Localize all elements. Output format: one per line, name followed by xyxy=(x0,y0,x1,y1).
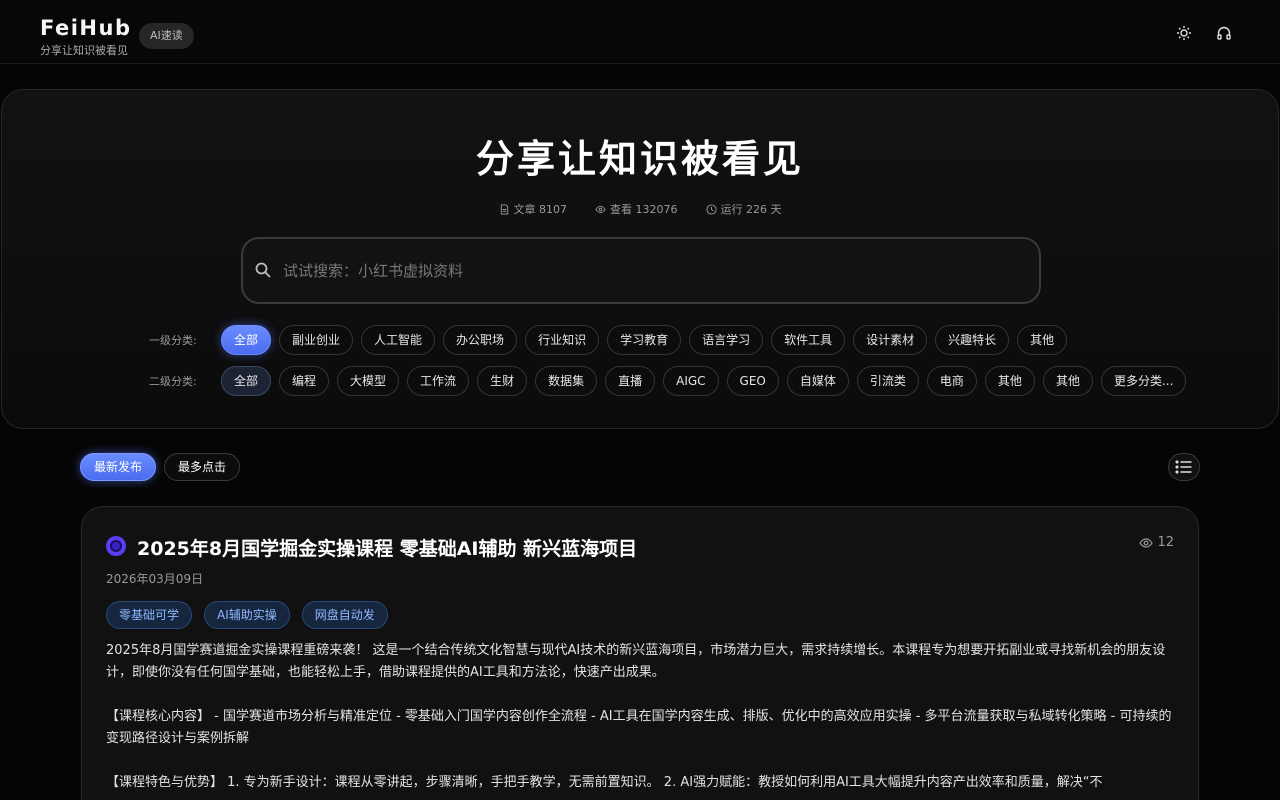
level1-chips: 全部 副业创业 人工智能 办公职场 行业知识 学习教育 语言学习 软件工具 设计… xyxy=(221,325,1068,355)
article-paragraph: 【课程特色与优势】 1. 专为新手设计：课程从零讲起，步骤清晰，手把手教学，无需… xyxy=(106,775,1103,790)
level2-chip-workflow[interactable]: 工作流 xyxy=(407,366,470,396)
level2-chip-other-1[interactable]: 其他 xyxy=(984,366,1035,396)
article-summary: 2025年8月国学赛道掘金实操课程重磅来袭！ 这是一个结合传统文化智慧与现代AI… xyxy=(106,640,1176,800)
hero-panel: 分享让知识被看见 文章 8107 查看 132076 运行 226 天 一级分类… xyxy=(1,89,1279,429)
search-input[interactable] xyxy=(283,239,1023,302)
level1-chip-other[interactable]: 其他 xyxy=(1017,325,1068,355)
level1-chip-language[interactable]: 语言学习 xyxy=(689,325,764,355)
level2-chip-all[interactable]: 全部 xyxy=(221,366,272,396)
article-tag[interactable]: AI辅助实操 xyxy=(204,601,290,629)
level1-chip-design[interactable]: 设计素材 xyxy=(853,325,928,355)
level1-chip-side-business[interactable]: 副业创业 xyxy=(279,325,354,355)
tab-latest[interactable]: 最新发布 xyxy=(80,453,157,481)
level2-chip-dataset[interactable]: 数据集 xyxy=(535,366,598,396)
level1-chip-software[interactable]: 软件工具 xyxy=(771,325,846,355)
stat-articles: 文章 8107 xyxy=(499,201,568,217)
level1-chip-office[interactable]: 办公职场 xyxy=(443,325,518,355)
level2-category-row: 二级分类: 全部 编程 大模型 工作流 生财 数据集 直播 AIGC GEO 自… xyxy=(149,366,1187,396)
tab-most-clicked[interactable]: 最多点击 xyxy=(164,453,241,481)
sun-icon[interactable] xyxy=(1175,24,1193,42)
level1-chip-education[interactable]: 学习教育 xyxy=(607,325,682,355)
level2-chip-money[interactable]: 生财 xyxy=(477,366,528,396)
level2-chip-ecommerce[interactable]: 电商 xyxy=(926,366,977,396)
level2-chip-geo[interactable]: GEO xyxy=(726,366,779,396)
article-tag[interactable]: 网盘自动发 xyxy=(301,601,388,629)
article-title[interactable]: 2025年8月国学掘金实操课程 零基础AI辅助 新兴蓝海项目 xyxy=(137,534,637,561)
clock-icon xyxy=(705,203,717,215)
stat-uptime-text: 运行 226 天 xyxy=(720,203,782,216)
level2-chip-programming[interactable]: 编程 xyxy=(279,366,330,396)
level1-chip-ai[interactable]: 人工智能 xyxy=(361,325,436,355)
article-tag[interactable]: 零基础可学 xyxy=(106,601,193,629)
hero-title: 分享让知识被看见 xyxy=(475,137,804,181)
search-box[interactable] xyxy=(241,237,1041,304)
level1-category-row: 一级分类: 全部 副业创业 人工智能 办公职场 行业知识 学习教育 语言学习 软… xyxy=(149,325,1068,355)
stat-uptime: 运行 226 天 xyxy=(705,201,782,217)
level2-chip-more[interactable]: 更多分类... xyxy=(1100,366,1187,396)
brand-tagline: 分享让知识被看见 xyxy=(40,44,128,57)
article-views-count: 12 xyxy=(1157,535,1174,550)
eye-icon xyxy=(595,205,606,213)
level2-chip-traffic[interactable]: 引流类 xyxy=(856,366,919,396)
brand[interactable]: FeiHub 分享让知识被看见 xyxy=(40,16,132,58)
level2-chip-llm[interactable]: 大模型 xyxy=(337,366,400,396)
level2-chip-livestream[interactable]: 直播 xyxy=(605,366,656,396)
article-card[interactable]: 2025年8月国学掘金实操课程 零基础AI辅助 新兴蓝海项目 12 2026年0… xyxy=(81,506,1199,800)
level2-chip-self-media[interactable]: 自媒体 xyxy=(786,366,849,396)
list-view-toggle[interactable] xyxy=(1168,453,1200,481)
search-icon xyxy=(255,262,271,278)
stat-views: 查看 132076 xyxy=(595,201,678,217)
stat-articles-text: 文章 8107 xyxy=(513,203,568,216)
level2-chips: 全部 编程 大模型 工作流 生财 数据集 直播 AIGC GEO 自媒体 引流类… xyxy=(221,366,1187,396)
level2-chip-aigc[interactable]: AIGC xyxy=(663,366,719,396)
level1-category-label: 一级分类: xyxy=(149,334,197,347)
ai-speed-read-badge[interactable]: AI速读 xyxy=(139,23,194,49)
document-icon xyxy=(500,203,508,215)
list-icon xyxy=(1175,460,1192,474)
category-dot-icon xyxy=(106,536,126,556)
eye-icon xyxy=(1139,537,1154,548)
top-bar: FeiHub 分享让知识被看见 AI速读 xyxy=(0,0,1280,64)
article-paragraph: 【课程核心内容】 - 国学赛道市场分析与精准定位 - 零基础入门国学内容创作全流… xyxy=(106,709,1172,746)
level2-chip-other-2[interactable]: 其他 xyxy=(1042,366,1093,396)
article-views: 12 xyxy=(1139,535,1174,550)
headphones-icon[interactable] xyxy=(1215,24,1233,42)
article-date: 2026年03月09日 xyxy=(106,572,204,586)
level2-category-label: 二级分类: xyxy=(149,375,197,388)
article-paragraph: 2025年8月国学赛道掘金实操课程重磅来袭！ 这是一个结合传统文化智慧与现代AI… xyxy=(106,643,1166,680)
level1-chip-all[interactable]: 全部 xyxy=(221,325,272,355)
level1-chip-industry[interactable]: 行业知识 xyxy=(525,325,600,355)
level1-chip-hobby[interactable]: 兴趣特长 xyxy=(935,325,1010,355)
article-tags: 零基础可学 AI辅助实操 网盘自动发 xyxy=(106,601,388,629)
brand-name: FeiHub xyxy=(40,16,132,40)
stat-views-text: 查看 132076 xyxy=(610,203,678,216)
site-stats: 文章 8107 查看 132076 运行 226 天 xyxy=(2,201,1278,217)
